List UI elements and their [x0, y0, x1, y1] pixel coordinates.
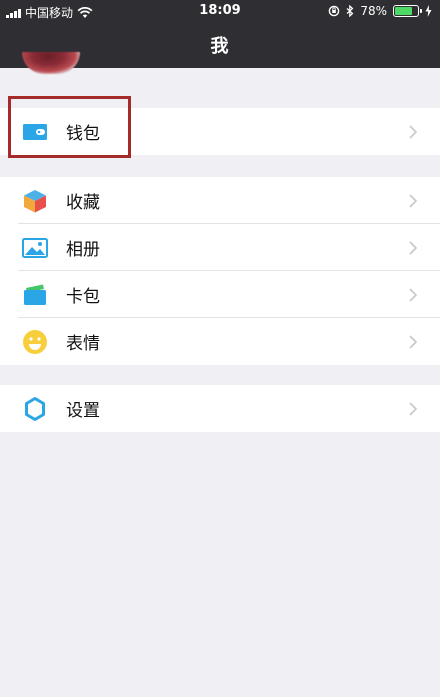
menu-item-settings[interactable]: 设置 [0, 385, 440, 432]
bluetooth-icon [346, 5, 354, 17]
features-group: 收藏 相册 卡包 表情 [0, 177, 440, 365]
chevron-right-icon [409, 288, 418, 302]
menu-item-favorites[interactable]: 收藏 [0, 177, 440, 224]
status-bar: 中国移动 18:09 78% [0, 0, 440, 24]
status-right: 78% [328, 4, 432, 18]
photo-album-icon [22, 235, 48, 261]
chevron-right-icon [409, 241, 418, 255]
chevron-right-icon [409, 402, 418, 416]
menu-item-label: 相册 [66, 240, 100, 260]
menu-item-label: 收藏 [66, 193, 100, 213]
menu-item-card-pack[interactable]: 卡包 [0, 271, 440, 318]
avatar[interactable] [22, 52, 80, 74]
chevron-right-icon [409, 125, 418, 139]
menu-item-label: 设置 [66, 401, 100, 421]
orientation-lock-icon [329, 5, 340, 17]
chevron-right-icon [409, 335, 418, 349]
wallet-highlight-box [8, 96, 131, 158]
cube-icon [22, 188, 48, 214]
battery-icon [393, 5, 422, 17]
menu-item-album[interactable]: 相册 [0, 224, 440, 271]
settings-group: 设置 [0, 385, 440, 432]
menu-item-label: 表情 [66, 334, 100, 354]
battery-percent: 78% [360, 4, 387, 18]
menu-item-stickers[interactable]: 表情 [0, 318, 440, 365]
battery-level [395, 7, 413, 15]
card-pack-icon [22, 282, 48, 308]
chevron-right-icon [409, 194, 418, 208]
smiley-icon [22, 329, 48, 355]
charging-icon [425, 5, 432, 17]
gear-icon [22, 396, 48, 422]
menu-item-label: 卡包 [66, 287, 100, 307]
